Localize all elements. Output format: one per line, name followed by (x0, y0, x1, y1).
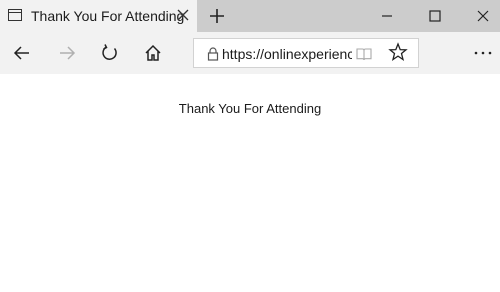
page-heading: Thank You For Attending (178, 101, 322, 116)
close-window-icon[interactable] (474, 7, 492, 25)
tab-title: Thank You For Attending (31, 8, 185, 24)
home-icon[interactable] (143, 43, 163, 63)
maximize-icon[interactable] (426, 7, 444, 25)
page-content: Thank You For Attending (0, 74, 500, 292)
navigation-toolbar: https://onlinexperience (0, 32, 500, 74)
address-bar[interactable]: https://onlinexperience (193, 38, 419, 68)
reading-view-book-icon[interactable] (356, 46, 372, 62)
tab-active[interactable]: Thank You For Attending (0, 0, 197, 32)
title-bar: Thank You For Attending (0, 0, 500, 32)
more-ellipsis-icon[interactable] (472, 43, 494, 63)
lock-icon (207, 47, 219, 61)
back-arrow-icon[interactable] (12, 43, 32, 63)
page-icon (8, 9, 22, 21)
new-tab-plus-icon[interactable] (208, 7, 226, 25)
minimize-icon[interactable] (378, 7, 396, 25)
tab-close-icon[interactable] (176, 8, 190, 22)
forward-arrow-icon[interactable] (57, 43, 77, 63)
favorite-star-icon[interactable] (388, 42, 408, 62)
url-text[interactable]: https://onlinexperience (222, 46, 352, 62)
refresh-icon[interactable] (100, 43, 120, 63)
